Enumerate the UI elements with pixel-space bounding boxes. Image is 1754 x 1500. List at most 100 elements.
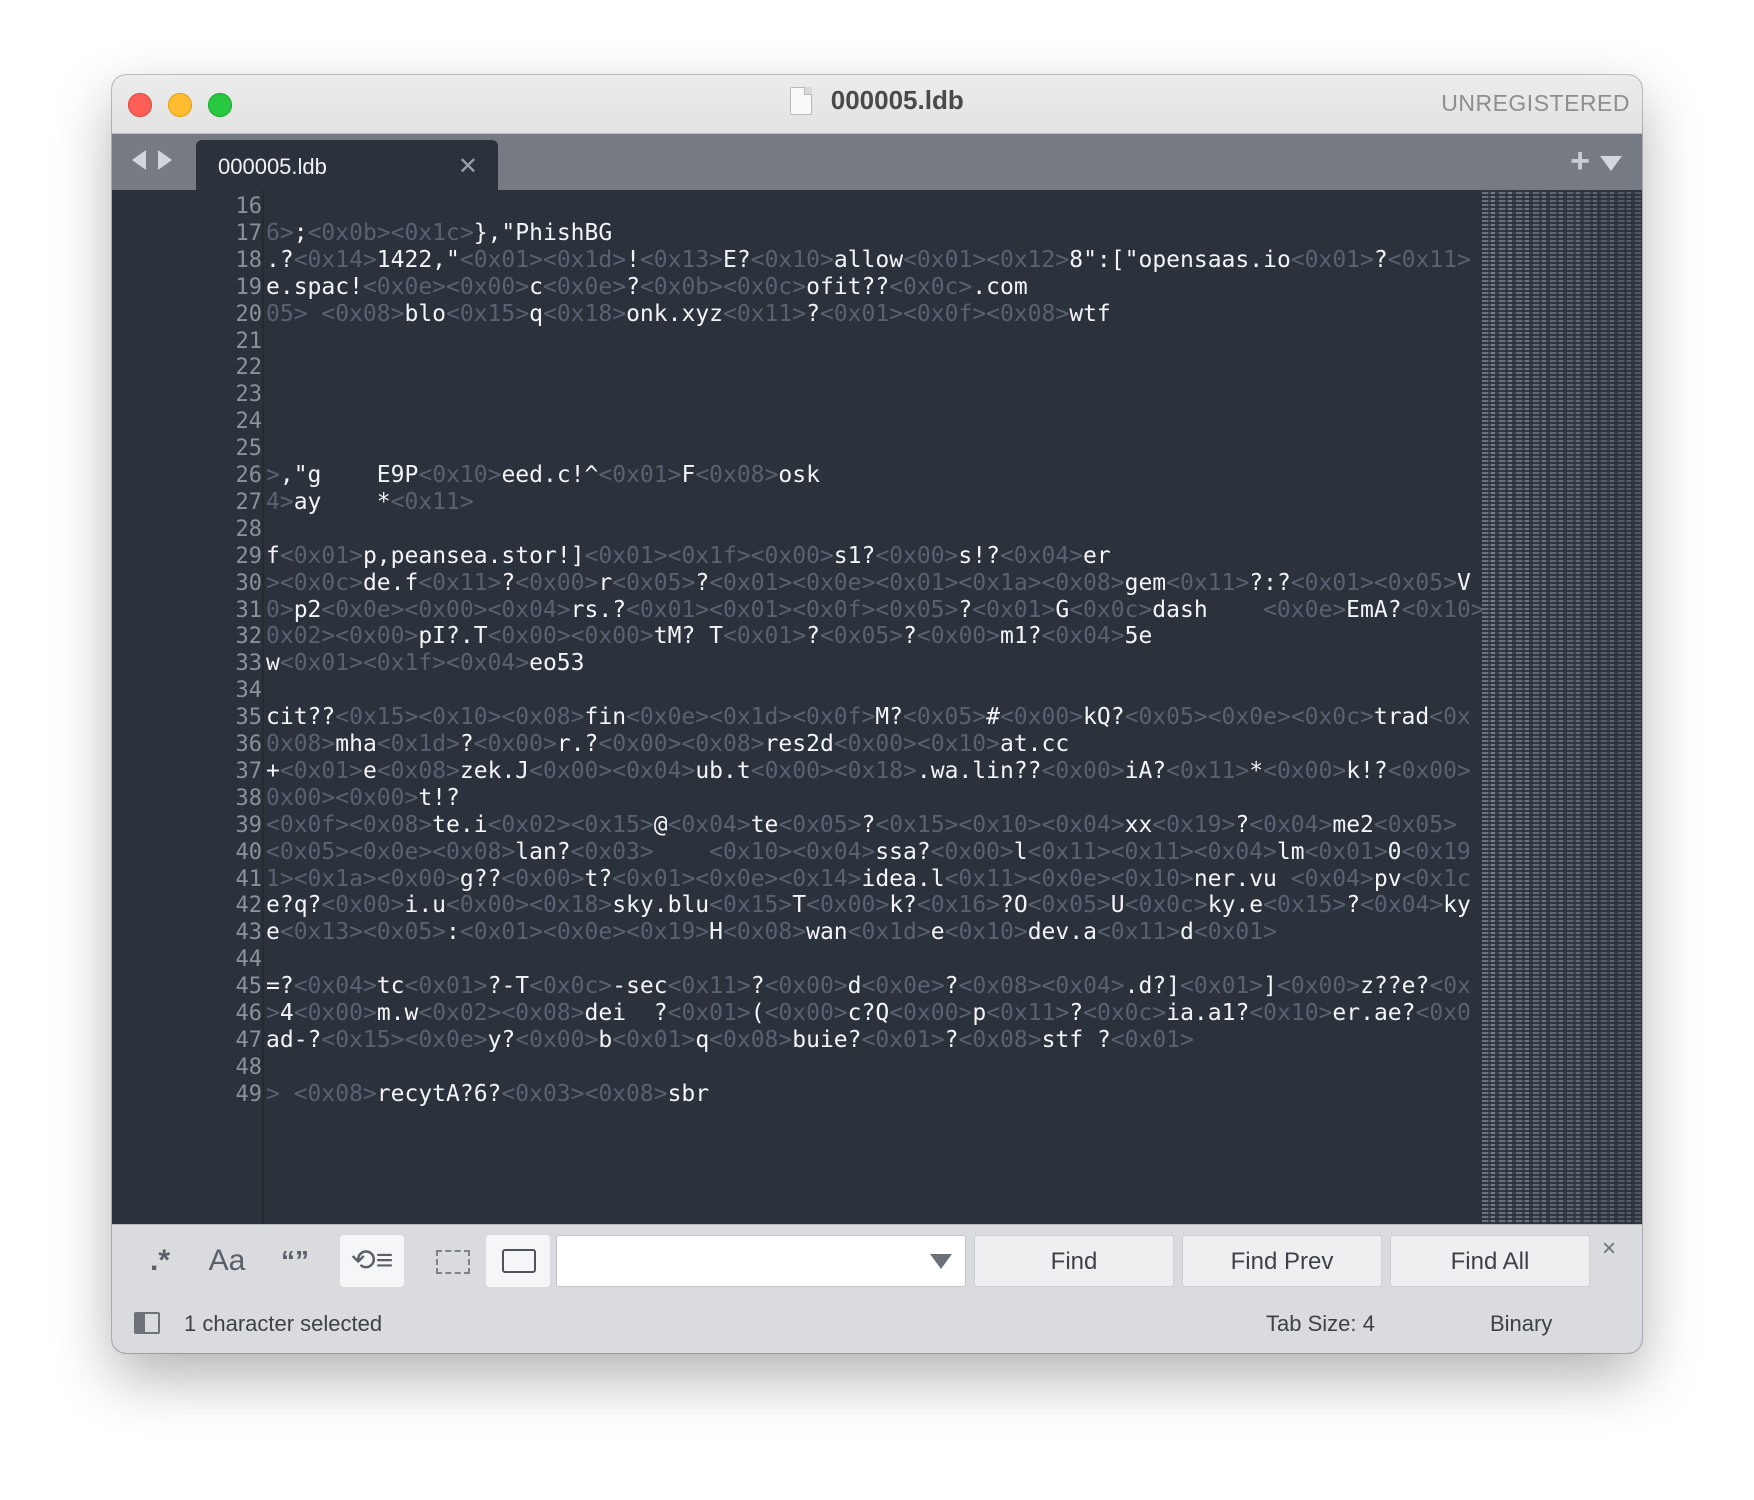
control-char: <0x0e><0x00><0x04> — [321, 596, 571, 623]
code-text: * — [1249, 757, 1264, 784]
find-history-dropdown-icon[interactable] — [930, 1254, 952, 1269]
tab-close-icon[interactable]: ✕ — [458, 152, 478, 181]
code-text: M? — [875, 704, 903, 731]
code-text: ? — [944, 973, 959, 1000]
code-line[interactable]: .?<0x14>1422,"<0x01><0x1d>!<0x13>E?<0x10… — [266, 247, 1471, 273]
control-char: <0x18> — [542, 300, 627, 327]
control-char: <0x15><0x0e> — [321, 1026, 488, 1053]
control-char: 0x00><0x00> — [266, 784, 419, 811]
control-char: <0x05> — [903, 704, 987, 731]
control-char: <0x0b><0x1c> — [307, 219, 474, 246]
code-text: # — [986, 704, 1000, 731]
control-char: <0x10> — [750, 246, 834, 273]
code-line[interactable]: 1><0x1a><0x00>g??<0x00>t?<0x01><0x0e><0x… — [266, 866, 1471, 892]
whole-word-toggle-icon[interactable]: “” — [270, 1235, 320, 1287]
line-number: 26 — [235, 463, 263, 488]
case-sensitive-toggle-icon[interactable]: Aa — [202, 1235, 252, 1287]
code-view[interactable]: 6>;<0x0b><0x1c>},"PhishBG .?<0x14>1422,"<… — [266, 190, 1592, 1224]
code-line[interactable]: 6>;<0x0b><0x1c>},"PhishBG — [266, 220, 612, 246]
code-line[interactable]: > <0x08>recytA?6?<0x03><0x08>sbr — [266, 1081, 709, 1107]
code-line[interactable]: <0x0f><0x08>te.i<0x02><0x15>@<0x04>te<0x… — [266, 812, 1457, 838]
control-char: <0x0f><0x08> — [266, 811, 433, 838]
find-input[interactable] — [556, 1235, 966, 1287]
code-text: gem — [1124, 569, 1167, 596]
new-tab-plus-icon[interactable]: + — [1570, 142, 1590, 181]
control-char: <0x01><0x1f><0x04> — [279, 650, 530, 677]
regex-toggle-icon[interactable]: .* — [138, 1235, 182, 1287]
code-text: idea.l — [861, 865, 945, 892]
tab-list-dropdown-icon[interactable] — [1600, 156, 1622, 171]
code-text: g?? — [459, 865, 502, 892]
control-char: <0x00> — [515, 1026, 599, 1053]
minimap[interactable] — [1482, 190, 1642, 1224]
tab-back-arrow-icon[interactable] — [132, 150, 146, 170]
code-line[interactable]: 05> <0x08>blo<0x15>q<0x18>onk.xyz<0x11>?… — [266, 301, 1111, 327]
line-number: 21 — [235, 328, 263, 354]
code-text: ? — [459, 731, 474, 757]
control-char: <0x15><0x10><0x08> — [335, 704, 585, 731]
code-text: s!? — [958, 542, 1000, 569]
control-char: <0x01><0x0e><0x14> — [612, 865, 862, 892]
control-char: <0x01> — [1304, 838, 1388, 865]
control-char: > — [266, 1000, 280, 1026]
code-line[interactable]: cit??<0x15><0x10><0x08>fin<0x0e><0x1d><0… — [266, 704, 1471, 730]
code-text: e?q? — [266, 892, 322, 919]
code-text: wan — [806, 919, 848, 946]
code-line[interactable]: <0x05><0x0e><0x08>lan?<0x03> <0x10><0x04… — [266, 839, 1471, 865]
line-number: 40 — [235, 839, 263, 865]
control-char: <0x04> — [1290, 865, 1374, 892]
code-line[interactable]: ><0x0c>de.f<0x11>?<0x00>r<0x05>?<0x01><0… — [266, 570, 1471, 596]
control-char: <0x15> — [446, 300, 530, 327]
code-text: t!? — [418, 784, 460, 811]
code-line[interactable]: e<0x13><0x05>:<0x01><0x0e><0x19>H<0x08>w… — [266, 919, 1277, 945]
code-line[interactable]: >4<0x00>m.w<0x02><0x08>dei ?<0x01>(<0x00… — [266, 1000, 1471, 1026]
control-char: <0x04> — [1249, 811, 1333, 838]
code-line[interactable]: 0>p2<0x0e><0x00><0x04>rs.?<0x01><0x01><0… — [266, 597, 1485, 623]
code-text: p — [972, 1000, 987, 1026]
sidebar-toggle-icon[interactable] — [134, 1312, 160, 1334]
control-char: <0x00> — [889, 1000, 973, 1026]
code-text: ? — [861, 811, 876, 838]
highlight-matches-toggle-icon[interactable] — [486, 1235, 550, 1287]
code-line[interactable]: +<0x01>e<0x08>zek.J<0x00><0x04>ub.t<0x00… — [266, 758, 1471, 784]
code-text: @ — [653, 811, 668, 838]
code-text: rs.? — [570, 596, 627, 623]
find-button[interactable]: Find — [974, 1235, 1174, 1287]
control-char: <0x08> — [958, 1026, 1042, 1053]
tab-forward-arrow-icon[interactable] — [158, 150, 172, 170]
code-text: lm — [1276, 838, 1305, 865]
control-char: 6> — [266, 219, 294, 246]
code-text: s1? — [833, 542, 876, 569]
code-line[interactable]: f<0x01>p,peansea.stor!]<0x01><0x1f><0x00… — [266, 543, 1111, 569]
code-text: buie? — [792, 1026, 862, 1053]
line-number: 36 — [235, 732, 263, 757]
control-char: <0x00> — [1041, 757, 1125, 784]
code-text: lan? — [515, 838, 571, 865]
code-line[interactable]: ad-?<0x15><0x0e>y?<0x00>b<0x01>q<0x08>bu… — [266, 1027, 1194, 1053]
code-line[interactable]: 0x02><0x00>pI?.T<0x00><0x00>tM? T<0x01>?… — [266, 623, 1152, 649]
code-line[interactable]: e?q?<0x00>i.u<0x00><0x18>sky.blu<0x15>T<… — [266, 892, 1471, 918]
code-text: dei ? — [584, 1000, 668, 1026]
wrap-toggle-icon[interactable]: ⟲≡ — [340, 1235, 404, 1287]
code-line[interactable]: >,"g E9P<0x10>eed.c!^<0x01>F<0x08>osk — [266, 462, 820, 488]
find-all-button[interactable]: Find All — [1390, 1235, 1590, 1287]
code-line[interactable]: 0x00><0x00>t!? — [266, 785, 460, 811]
code-line[interactable]: =?<0x04>tc<0x01>?-T<0x0c>-sec<0x11>?<0x0… — [266, 973, 1471, 999]
code-line[interactable]: 4>ay *<0x11> — [266, 489, 474, 515]
control-char: <0x01> — [861, 1026, 945, 1053]
syntax-status[interactable]: Binary — [1490, 1311, 1552, 1337]
minimap-shade — [1482, 190, 1642, 1224]
code-text: trad — [1373, 704, 1430, 731]
editor-area[interactable]: 16 17 18 19 20 21 22 23 24 25 26 27 28 29 30 31 32 33 34 35… — [112, 190, 1642, 1224]
tab-size-status[interactable]: Tab Size: 4 — [1266, 1311, 1375, 1337]
line-number: 25 — [235, 436, 263, 462]
code-line[interactable]: w<0x01><0x1f><0x04>eo53 — [266, 650, 585, 676]
in-selection-toggle-icon[interactable] — [418, 1235, 482, 1287]
find-panel-close-icon[interactable]: × — [1602, 1235, 1616, 1263]
code-text: er — [1083, 542, 1111, 569]
tab-000005-ldb[interactable]: 000005.ldb ✕ — [196, 140, 498, 190]
code-line[interactable]: 0x08>mha<0x1d>?<0x00>r.?<0x00><0x08>res2… — [266, 731, 1069, 757]
code-text: e.spac! — [266, 273, 363, 300]
find-prev-button[interactable]: Find Prev — [1182, 1235, 1382, 1287]
code-line[interactable]: e.spac!<0x0e><0x00>c<0x0e>?<0x0b><0x0c>o… — [266, 274, 1028, 300]
